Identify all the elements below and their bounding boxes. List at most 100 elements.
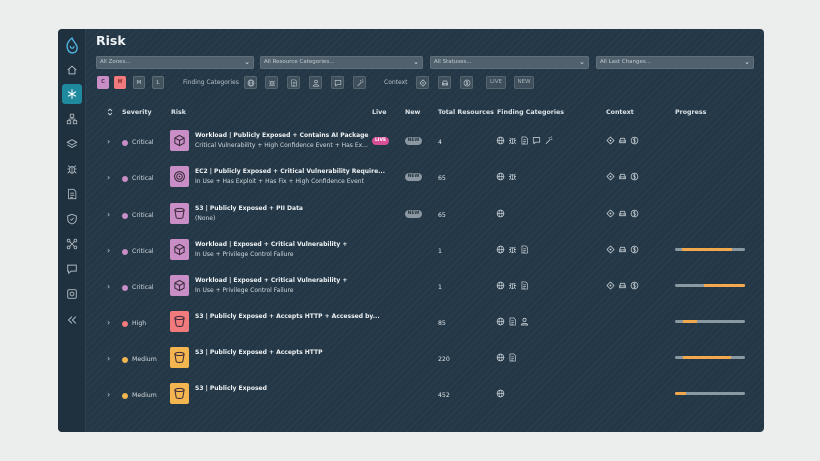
finding-filter-globe[interactable] [244, 76, 257, 89]
risk-title[interactable]: S3 | Publicly Exposed + Accepts HTTP [195, 349, 322, 356]
sort-icon[interactable] [107, 108, 113, 116]
header-context[interactable]: Context [606, 109, 634, 116]
table-row[interactable]: › Medium S3 | Publicly Exposed + Accepts H… [98, 341, 758, 377]
sidebar-item-document[interactable] [62, 184, 82, 204]
context-filter-crosshair[interactable] [416, 76, 429, 89]
sidebar-item-layers[interactable] [62, 134, 82, 154]
table-row[interactable]: › Critical Workload | Exposed + Critical V… [98, 233, 758, 269]
expand-chevron-icon[interactable]: › [107, 137, 110, 146]
risk-title[interactable]: S3 | Publicly Exposed [195, 385, 267, 392]
sidebar-item-hierarchy[interactable] [62, 109, 82, 129]
coins-icon [630, 172, 639, 181]
severity-chip-low[interactable]: L [152, 76, 164, 89]
table-row[interactable]: › Critical EC2 | Publicly Exposed + Critic… [98, 160, 758, 196]
risk-title[interactable]: S3 | Publicly Exposed + PII Data [195, 205, 303, 212]
header-new[interactable]: New [405, 109, 420, 116]
bug-icon [508, 173, 517, 181]
header-live[interactable]: Live [372, 109, 387, 116]
progress-fill [675, 392, 687, 395]
risk-title[interactable]: S3 | Publicly Exposed + Accepts HTTP + A… [195, 313, 380, 320]
crosshair-icon [606, 136, 615, 145]
resource-categories-filter-text: All Resource Categories... [264, 59, 335, 65]
resource-categories-filter[interactable]: All Resource Categories... ⌄ [260, 56, 423, 69]
severity-chip-high[interactable]: H [114, 76, 126, 89]
total-resources: 452 [438, 392, 450, 399]
severity-text: Critical [132, 212, 154, 219]
header-total-resources[interactable]: Total Resources [438, 109, 494, 116]
severity-text: Critical [132, 139, 154, 146]
workload-icon [174, 279, 185, 292]
header-finding-categories[interactable]: Finding Categories [497, 109, 564, 116]
globe-icon [496, 281, 505, 290]
bucket-icon [174, 351, 185, 363]
severity-text: Critical [132, 175, 154, 182]
sidebar-item-bug[interactable] [62, 159, 82, 179]
car-icon [619, 246, 626, 253]
chevron-down-icon: ⌄ [579, 58, 585, 66]
sidebar-item-asterisk[interactable] [62, 84, 82, 104]
header-progress[interactable]: Progress [675, 109, 706, 116]
bucket-icon [174, 315, 185, 327]
sidebar-item-network[interactable] [62, 234, 82, 254]
context-cell [606, 172, 639, 181]
table-row[interactable]: › Critical Workload | Publicly Exposed + C… [98, 124, 758, 160]
finding-categories-cell [496, 281, 529, 290]
coins-icon [630, 281, 639, 290]
total-resources: 65 [438, 212, 446, 219]
sidebar-item-gear[interactable] [62, 284, 82, 304]
expand-chevron-icon[interactable]: › [107, 318, 110, 327]
finding-filter-document[interactable] [287, 76, 300, 89]
finding-filter-chat[interactable] [331, 76, 344, 89]
sidebar-item-collapse[interactable] [62, 310, 82, 330]
risk-title[interactable]: Workload | Exposed + Critical Vulnerabil… [195, 241, 347, 248]
statuses-filter[interactable]: All Statuses... ⌄ [430, 56, 589, 69]
bug-icon [67, 165, 77, 174]
finding-categories-cell [496, 353, 517, 362]
document-icon [521, 245, 528, 254]
finding-filter-wand[interactable] [353, 76, 366, 89]
risk-title[interactable]: EC2 | Publicly Exposed + Critical Vulner… [195, 168, 385, 175]
zones-filter[interactable]: All Zones... ⌄ [96, 56, 254, 69]
chat-icon [67, 264, 77, 275]
chevron-down-icon: ⌄ [244, 58, 250, 66]
severity-text: High [132, 320, 147, 327]
context-filter-car[interactable] [438, 76, 451, 89]
header-severity[interactable]: Severity [122, 109, 152, 116]
bug-icon [508, 246, 517, 254]
document-icon [68, 188, 77, 200]
finding-filter-bug[interactable] [265, 76, 278, 89]
expand-chevron-icon[interactable]: › [107, 282, 110, 291]
sidebar-item-chat[interactable] [62, 259, 82, 279]
context-label: Context [384, 79, 408, 86]
sidebar-item-shield[interactable] [62, 209, 82, 229]
severity-chip-medium[interactable]: M [133, 76, 145, 89]
new-toggle[interactable]: NEW [514, 76, 534, 89]
expand-chevron-icon[interactable]: › [107, 173, 110, 182]
expand-chevron-icon[interactable]: › [107, 390, 110, 399]
expand-chevron-icon[interactable]: › [107, 210, 110, 219]
last-changes-filter[interactable]: All Last Changes... ⌄ [596, 56, 754, 69]
user-icon [312, 79, 319, 86]
table-row[interactable]: › High S3 | Publicly Exposed + Accepts HTT… [98, 305, 758, 341]
resource-type-icon [170, 383, 189, 404]
finding-filter-user[interactable] [309, 76, 322, 89]
severity-chip-critical[interactable]: C [97, 76, 109, 89]
crosshair-icon [606, 172, 615, 181]
finding-categories-cell [496, 136, 553, 145]
table-row[interactable]: › Critical Workload | Exposed + Critical V… [98, 269, 758, 305]
live-toggle[interactable]: LIVE [486, 76, 506, 89]
sidebar-item-home[interactable] [62, 60, 82, 80]
progress-bar [675, 356, 745, 359]
table-row[interactable]: › Medium S3 | Publicly Exposed 452 [98, 377, 758, 413]
resource-type-icon [170, 203, 189, 224]
header-risk[interactable]: Risk [171, 109, 186, 116]
expand-chevron-icon[interactable]: › [107, 354, 110, 363]
risk-title[interactable]: Workload | Publicly Exposed + Contains A… [195, 132, 369, 139]
expand-chevron-icon[interactable]: › [107, 246, 110, 255]
finding-categories-cell [496, 317, 529, 326]
table-row[interactable]: › Critical S3 | Publicly Exposed + PII Dat… [98, 197, 758, 233]
resource-type-icon [170, 311, 189, 332]
context-filter-coins[interactable] [460, 76, 473, 89]
context-cell [606, 136, 639, 145]
risk-title[interactable]: Workload | Exposed + Critical Vulnerabil… [195, 277, 347, 284]
